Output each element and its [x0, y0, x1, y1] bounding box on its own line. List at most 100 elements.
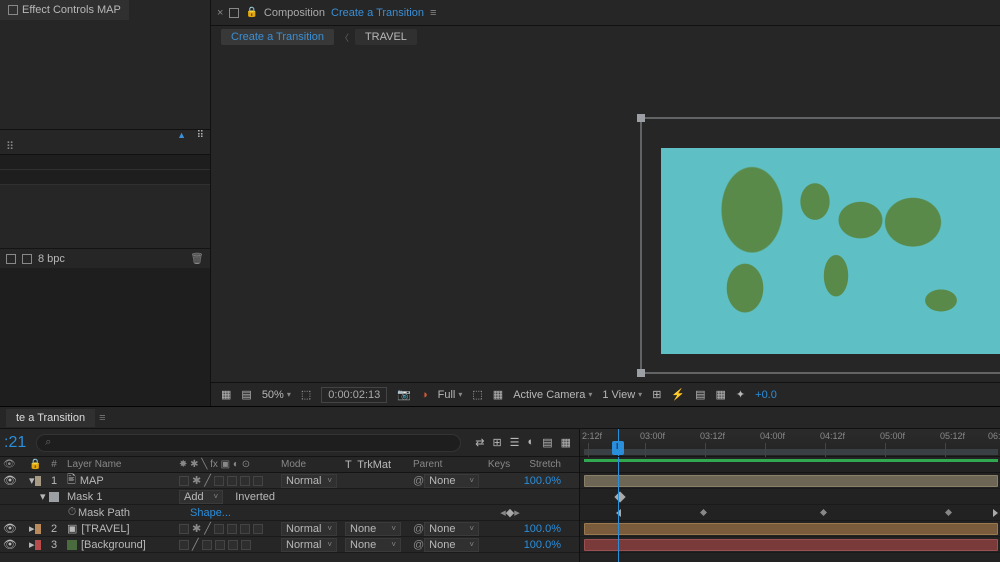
render-icon[interactable]: ✦ — [736, 388, 745, 401]
frame-blend-icon[interactable]: ☰ — [510, 436, 520, 449]
mask-mode-dropdown[interactable]: Add˅ — [179, 490, 223, 504]
maskpath-key[interactable] — [820, 509, 827, 516]
add-key-icon[interactable]: ◆ — [506, 506, 514, 519]
snapshot-icon[interactable]: 📷 — [397, 388, 411, 401]
map-layer-preview[interactable] — [661, 148, 1000, 354]
trash-icon[interactable]: 🗑 — [190, 252, 204, 265]
time-ruler[interactable]: 2:12f 03:00f 03:12f 04:00f 04:12f 05:00f… — [580, 429, 1000, 457]
switch-3d[interactable] — [253, 476, 263, 486]
switch-3d[interactable] — [241, 540, 251, 550]
switch-fx[interactable] — [214, 524, 224, 534]
pickwhip-icon[interactable]: @ — [413, 523, 424, 535]
mask-vertex-handle[interactable] — [637, 114, 645, 122]
switch-shy[interactable] — [179, 476, 189, 486]
tab-menu-icon[interactable]: ≡ — [430, 7, 436, 19]
parent-dropdown[interactable]: None˅ — [424, 522, 479, 536]
switch-shy[interactable] — [179, 540, 189, 550]
switch-3d[interactable] — [253, 524, 263, 534]
motion-blur-icon[interactable]: ◐ — [528, 436, 535, 449]
switch-quality[interactable]: ╱ — [192, 538, 199, 551]
switch-motionblur[interactable] — [240, 476, 250, 486]
timeline-icon[interactable]: ▤ — [695, 388, 705, 401]
switch-quality[interactable]: ╱ — [204, 474, 211, 487]
resolution-dropdown[interactable]: Full▾ — [438, 389, 463, 401]
panel-collapse-icon[interactable]: ▲ — [177, 130, 186, 140]
shape-value-link[interactable]: Shape... — [190, 507, 231, 519]
maskpath-key[interactable] — [945, 509, 952, 516]
layer-name-text[interactable]: [TRAVEL] — [81, 523, 129, 535]
switch-frameblend[interactable] — [215, 540, 225, 550]
label-swatch[interactable] — [35, 540, 41, 550]
alpha-icon[interactable]: ▦ — [221, 388, 231, 401]
timeline-graph-area[interactable]: 2:12f 03:00f 03:12f 04:00f 04:12f 05:00f… — [580, 429, 1000, 562]
camera-dropdown[interactable]: Active Camera▾ — [513, 389, 592, 401]
res-full-icon[interactable]: ⬚ — [301, 388, 311, 401]
maskpath-key[interactable] — [700, 509, 707, 516]
next-key-icon[interactable]: ▸ — [514, 506, 520, 519]
switch-fx[interactable] — [214, 476, 224, 486]
fast-previews-icon[interactable]: ⚡ — [671, 388, 685, 401]
label-swatch[interactable] — [35, 476, 41, 486]
layer-bar-map[interactable] — [584, 475, 998, 487]
switch-collapse[interactable]: ✱ — [192, 474, 201, 487]
stretch-value[interactable]: 100.0% — [516, 521, 564, 536]
project-item-row[interactable] — [0, 155, 210, 170]
layer-row-maskpath[interactable]: ⏱ Mask Path Shape... ◂◆▸ — [0, 505, 579, 521]
timeline-tab[interactable]: te a Transition — [6, 409, 95, 427]
layer-row-map[interactable]: 👁 ▾ 1 🖹MAP ✱╱ Normal˅ @None˅ 100.0% — [0, 473, 579, 489]
lock-icon[interactable]: 🔒 — [245, 7, 257, 18]
switch-quality[interactable]: ╱ — [204, 522, 211, 535]
layer-name-text[interactable]: MAP — [80, 475, 104, 487]
exposure-value[interactable]: +0.0 — [755, 389, 777, 401]
interpret-footage-icon[interactable] — [6, 254, 16, 264]
brainstorm-icon[interactable]: ▦ — [561, 436, 571, 449]
switch-collapse[interactable]: ✱ — [192, 522, 201, 535]
pickwhip-icon[interactable]: @ — [413, 539, 424, 551]
switch-frameblend[interactable] — [227, 476, 237, 486]
stretch-value[interactable]: 100.0% — [516, 473, 564, 488]
bpc-toggle[interactable]: 8 bpc — [38, 253, 65, 265]
mask-color-swatch[interactable] — [49, 492, 59, 502]
mode-dropdown[interactable]: Normal˅ — [281, 538, 337, 552]
switch-frameblend[interactable] — [227, 524, 237, 534]
panel-options-icon[interactable]: ⠿ — [6, 140, 14, 153]
switch-motionblur[interactable] — [228, 540, 238, 550]
roi-icon[interactable]: ⬚ — [472, 388, 482, 401]
parent-dropdown[interactable]: None˅ — [424, 538, 479, 552]
tab-menu-icon[interactable]: ≡ — [99, 412, 105, 424]
mask-name-text[interactable]: Mask 1 — [67, 491, 102, 503]
mask-keyframe[interactable] — [614, 491, 625, 502]
cti-head[interactable]: I — [612, 441, 624, 455]
current-time-display[interactable]: :21 — [0, 434, 30, 452]
switch-fx[interactable] — [202, 540, 212, 550]
layer-search-field[interactable] — [51, 437, 452, 449]
close-tab-icon[interactable]: × — [217, 7, 223, 19]
video-toggle-icon[interactable]: 👁 — [3, 522, 17, 535]
layer-row-travel[interactable]: 👁 ▸ 2 ▣[TRAVEL] ✱╱ Normal˅ None˅ @None˅ … — [0, 521, 579, 537]
inverted-label[interactable]: Inverted — [235, 491, 275, 503]
flowchart-root[interactable]: Create a Transition — [221, 29, 334, 45]
effect-controls-tab[interactable]: Effect Controls MAP — [0, 0, 129, 20]
comp-flowchart-icon[interactable]: ▦ — [716, 388, 726, 401]
stretch-value[interactable]: 100.0% — [516, 537, 564, 552]
trkmat-dropdown[interactable]: None˅ — [345, 522, 401, 536]
layer-row-background[interactable]: 👁 ▸ 3 [Background] ╱ Normal˅ None˅ @None… — [0, 537, 579, 553]
switch-shy[interactable] — [179, 524, 189, 534]
mode-dropdown[interactable]: Normal˅ — [281, 522, 337, 536]
shy-toggle-icon[interactable]: ⇄ — [475, 436, 484, 449]
magnification-dropdown[interactable]: 50%▾ — [262, 389, 291, 401]
layer-search-input[interactable]: ⌕ — [36, 434, 461, 452]
timecode-display[interactable]: 0:00:02:13 — [321, 387, 387, 403]
graph-editor-icon[interactable]: ▤ — [542, 436, 552, 449]
layer-bar-background[interactable] — [584, 539, 998, 551]
viewer-tab-compname[interactable]: Create a Transition — [331, 7, 424, 19]
collapse-icon[interactable]: ⊞ — [492, 436, 501, 449]
video-toggle-icon[interactable]: 👁 — [3, 474, 17, 487]
proj-settings-icon[interactable] — [22, 254, 32, 264]
grid-icon[interactable]: ▤ — [241, 388, 251, 401]
maskpath-key[interactable] — [993, 509, 998, 517]
show-snapshot-icon[interactable]: ◑ — [421, 389, 428, 401]
pixel-aspect-icon[interactable]: ⊞ — [652, 388, 661, 401]
composition-canvas[interactable] — [211, 48, 1000, 382]
transparency-grid-icon[interactable]: ▦ — [493, 388, 503, 401]
